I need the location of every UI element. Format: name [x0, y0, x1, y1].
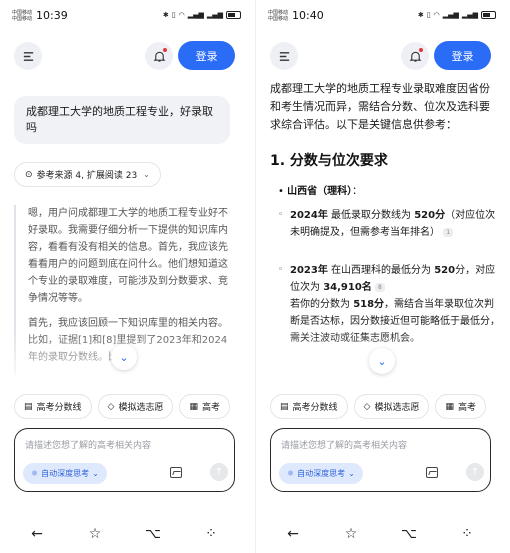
deep-think-toggle[interactable]: ⚛ 自动深度思考 ⌄ [23, 463, 107, 484]
notification-button[interactable] [401, 42, 429, 70]
bullet: ◦ [278, 265, 284, 275]
signal-icon: ▂▄▆ [442, 11, 459, 19]
vibrate-icon: ▯ [171, 11, 176, 19]
quick-chips: ▤ 高考分数线 ◇ 模拟选志愿 ▦ 高考 [14, 394, 230, 419]
chat-input-placeholder[interactable]: 请描述您想了解的高考相关内容 [281, 438, 407, 451]
menu-button[interactable] [14, 42, 42, 70]
chevron-down-icon: ⌄ [143, 170, 150, 179]
calendar-icon: ▦ [189, 401, 198, 412]
image-icon[interactable] [426, 467, 438, 478]
login-button[interactable]: 登录 [178, 41, 235, 70]
star-icon[interactable]: ☆ [85, 524, 105, 544]
carrier-label: 中国移动 中国移动 [12, 10, 33, 22]
chevron-down-icon: ⌄ [92, 469, 99, 478]
share-icon[interactable]: ⌥ [143, 524, 163, 544]
back-arrow-icon[interactable]: ← [27, 524, 47, 544]
province-label: • 山西省（理科）： [278, 186, 363, 197]
sources-label: 参考来源 4, 扩展阅读 23 [36, 171, 138, 181]
login-button[interactable]: 登录 [434, 41, 491, 70]
chip-score-line[interactable]: ▤ 高考分数线 [14, 394, 92, 419]
citation-badge[interactable]: 8 [374, 282, 385, 292]
send-button[interactable]: ↑ [210, 463, 228, 481]
chip-score-line[interactable]: ▤ 高考分数线 [270, 394, 348, 419]
check-circle-icon: ⊙ [25, 169, 33, 180]
chip-gaokao[interactable]: ▦ 高考 [179, 394, 230, 419]
chat-input-box[interactable]: 请描述您想了解的高考相关内容 ⚛ 自动深度思考 ⌄ ↑ [270, 428, 491, 492]
chevron-down-icon: ⌄ [119, 350, 129, 364]
user-query-bubble: 成都理工大学的地质工程专业，好录取吗 [14, 96, 230, 144]
bluetooth-icon: ✱ [417, 11, 424, 19]
menu-button[interactable] [270, 42, 298, 70]
battery-icon [481, 11, 496, 19]
clock: 10:39 [36, 9, 68, 22]
signal-icon: ▂▄▆ [187, 11, 204, 19]
menu-icon [23, 51, 33, 61]
send-arrow-icon: ↑ [470, 466, 480, 478]
status-icons: ✱ ▯ ◠ ▂▄▆ ▂▄▆ [418, 11, 496, 19]
sources-toggle[interactable]: ⊙ 参考来源 4, 扩展阅读 23 ⌄ [14, 162, 161, 187]
scroll-down-button[interactable]: ⌄ [111, 344, 137, 370]
status-icons: ✱ ▯ ◠ ▂▄▆ ▂▄▆ [163, 11, 241, 19]
notification-button[interactable] [145, 42, 173, 70]
quick-chips: ▤ 高考分数线 ◇ 模拟选志愿 ▦ 高考 [270, 394, 486, 419]
scroll-down-button[interactable]: ⌄ [369, 348, 395, 374]
atom-icon: ⚛ [287, 469, 295, 478]
chat-input-placeholder[interactable]: 请描述您想了解的高考相关内容 [25, 438, 151, 451]
graduation-cap-icon: ◇ [363, 401, 371, 412]
wifi-icon: ◠ [178, 11, 185, 19]
left-screen: 中国移动 中国移动 10:39 ✱ ▯ ◠ ▂▄▆ ▂▄▆ 登录 成都理工大学的地… [0, 0, 255, 553]
bullet: ◦ [278, 210, 284, 220]
menu-icon [279, 51, 289, 61]
book-icon: ▤ [24, 401, 33, 412]
thinking-paragraph: 嗯，用户问成都理工大学的地质工程专业好不好录取。我需要仔细分析一下提供的知识库内… [28, 208, 228, 304]
more-dots-icon[interactable]: ⁘ [201, 524, 221, 544]
section-heading: 1. 分数与位次要求 [270, 153, 388, 169]
bullet: • [278, 186, 284, 197]
list-item: ◦ 2024年 最低录取分数线为 520分（对应位次未明确提及，但需参考当年排名… [278, 207, 500, 241]
notification-dot [163, 48, 167, 52]
chip-mock-application[interactable]: ◇ 模拟选志愿 [97, 394, 174, 419]
carrier-label: 中国移动 中国移动 [268, 10, 289, 22]
clock: 10:40 [292, 9, 324, 22]
wifi-icon: ◠ [433, 11, 440, 19]
image-icon[interactable] [170, 467, 182, 478]
back-arrow-icon[interactable]: ← [283, 524, 303, 544]
answer-intro: 成都理工大学的地质工程专业录取难度因省份和考生情况而异，需结合分数、位次及选科要… [270, 82, 490, 131]
status-bar: 中国移动 中国移动 10:40 ✱ ▯ ◠ ▂▄▆ ▂▄▆ [256, 0, 510, 34]
chevron-down-icon: ⌄ [348, 469, 355, 478]
status-bar: 中国移动 中国移动 10:39 ✱ ▯ ◠ ▂▄▆ ▂▄▆ [0, 0, 255, 34]
citation-badge[interactable]: 1 [443, 227, 454, 237]
chat-input-box[interactable]: 请描述您想了解的高考相关内容 ⚛ 自动深度思考 ⌄ ↑ [14, 428, 235, 492]
graduation-cap-icon: ◇ [107, 401, 115, 412]
star-icon[interactable]: ☆ [341, 524, 361, 544]
more-dots-icon[interactable]: ⁘ [457, 524, 477, 544]
send-arrow-icon: ↑ [214, 466, 224, 478]
right-screen: 中国移动 中国移动 10:40 ✱ ▯ ◠ ▂▄▆ ▂▄▆ 登录 成都理工大学的地… [255, 0, 510, 553]
calendar-icon: ▦ [445, 401, 454, 412]
atom-icon: ⚛ [31, 469, 39, 478]
share-icon[interactable]: ⌥ [399, 524, 419, 544]
signal-icon-2: ▂▄▆ [206, 11, 223, 19]
deep-think-toggle[interactable]: ⚛ 自动深度思考 ⌄ [279, 463, 363, 484]
bluetooth-icon: ✱ [162, 11, 169, 19]
bottom-nav: ← ☆ ⌥ ⁘ [0, 524, 255, 546]
signal-icon-2: ▂▄▆ [461, 11, 478, 19]
battery-icon [226, 11, 241, 19]
notification-dot [419, 48, 423, 52]
chevron-down-icon: ⌄ [377, 354, 387, 368]
chip-mock-application[interactable]: ◇ 模拟选志愿 [353, 394, 430, 419]
send-button[interactable]: ↑ [466, 463, 484, 481]
chip-gaokao[interactable]: ▦ 高考 [435, 394, 486, 419]
bottom-nav: ← ☆ ⌥ ⁘ [256, 524, 510, 546]
book-icon: ▤ [280, 401, 289, 412]
vibrate-icon: ▯ [426, 11, 431, 19]
